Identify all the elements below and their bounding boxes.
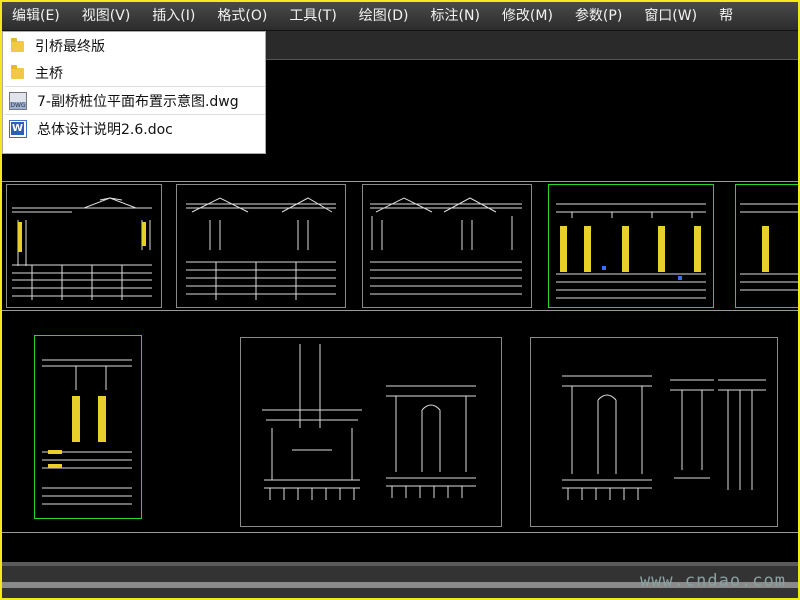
menu-help[interactable]: 帮 <box>708 2 744 30</box>
recent-item[interactable]: 7-副桥桩位平面布置示意图.dwg <box>3 87 265 114</box>
menu-window[interactable]: 窗口(W) <box>633 2 708 30</box>
recent-item[interactable]: 引桥最终版 <box>3 32 265 59</box>
recent-item-label: 总体设计说明2.6.doc <box>37 121 173 138</box>
recent-item[interactable]: 总体设计说明2.6.doc <box>3 115 265 142</box>
menu-draw[interactable]: 绘图(D) <box>348 2 420 30</box>
folder-icon <box>11 38 24 52</box>
folder-icon <box>11 65 24 79</box>
menu-insert[interactable]: 插入(I) <box>141 2 206 30</box>
dwg-file-icon <box>9 91 27 110</box>
menu-edit[interactable]: 编辑(E) <box>2 2 71 30</box>
recent-item-label: 7-副桥桩位平面布置示意图.dwg <box>37 93 239 110</box>
menu-bar: 编辑(E) 视图(V) 插入(I) 格式(O) 工具(T) 绘图(D) 标注(N… <box>2 2 798 31</box>
recent-item[interactable]: 主桥 <box>3 59 265 86</box>
recent-item-label: 主桥 <box>35 65 63 82</box>
menu-format[interactable]: 格式(O) <box>206 2 278 30</box>
menu-tools[interactable]: 工具(T) <box>278 2 347 30</box>
recent-files-popup: 引桥最终版 主桥 7-副桥桩位平面布置示意图.dwg 总体设计说明2.6.doc <box>2 31 266 154</box>
menu-dimension[interactable]: 标注(N) <box>420 2 491 30</box>
word-doc-icon <box>9 119 27 138</box>
menu-modify[interactable]: 修改(M) <box>491 2 564 30</box>
menu-view[interactable]: 视图(V) <box>71 2 142 30</box>
recent-item-label: 引桥最终版 <box>35 38 105 55</box>
watermark: www.cndao.com <box>639 571 786 591</box>
menu-parameters[interactable]: 参数(P) <box>564 2 633 30</box>
